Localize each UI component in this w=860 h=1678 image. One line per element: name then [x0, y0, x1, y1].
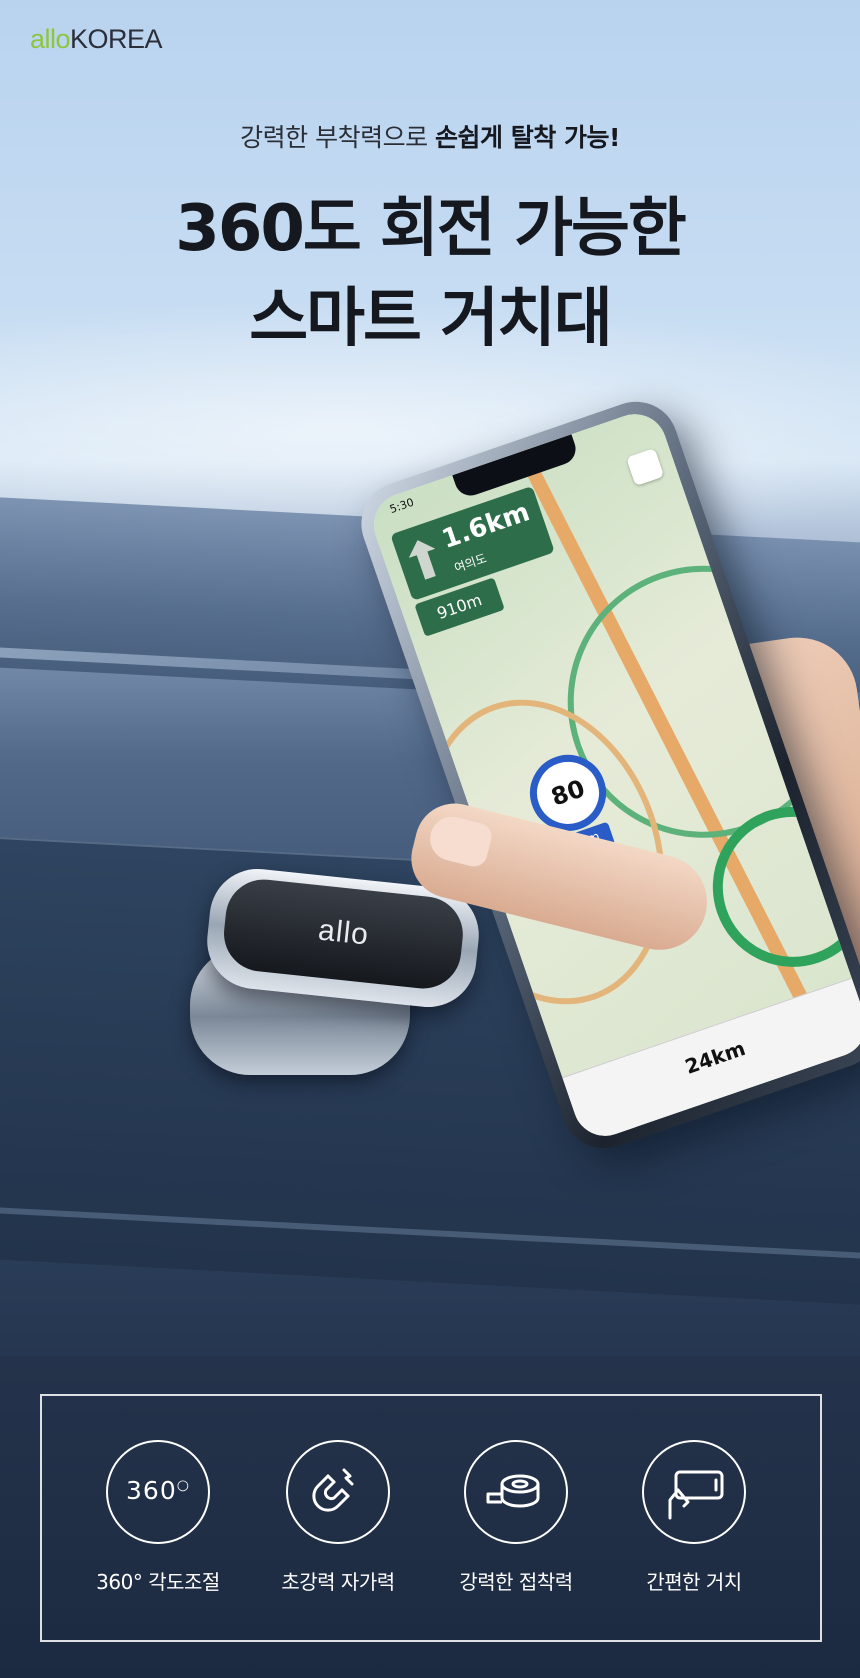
magnet-icon-svg: [312, 1468, 354, 1512]
hero-section: alloKOREA 강력한 부착력으로 손쉽게 탈착 가능! 360도 회전 가…: [0, 0, 860, 1356]
feature-label: 초강력 자가력: [281, 1570, 395, 1594]
subtitle-normal: 강력한 부착력으로: [240, 123, 436, 152]
features-box: 360○ 360° 각도조절 초강력 자가력 강력한 접착력 간편한 거치: [40, 1394, 822, 1642]
hero-title: 360도 회전 가능한 스마트 거치대: [0, 184, 860, 364]
nav-road: 여의도: [452, 551, 489, 576]
hand-phone-icon-svg: [668, 1470, 724, 1520]
subtitle-bold: 손쉽게 탈착 가능!: [435, 123, 620, 152]
turn-arrow-icon: [404, 536, 443, 583]
hand-phone-icon: [642, 1440, 746, 1544]
feature-item: 초강력 자가력: [248, 1440, 428, 1595]
feature-label: 간편한 거치: [646, 1570, 742, 1594]
rotation-360-icon: 360○: [106, 1440, 210, 1544]
product-detail-page: alloKOREA 강력한 부착력으로 손쉽게 탈착 가능! 360도 회전 가…: [0, 0, 860, 1678]
brand-prefix: allo: [30, 24, 71, 54]
thumb-nail: [425, 812, 495, 870]
features-section: 360○ 360° 각도조절 초강력 자가력 강력한 접착력 간편한 거치: [0, 1356, 860, 1678]
feature-item: 간편한 거치: [604, 1440, 784, 1595]
hero-subtitle: 강력한 부착력으로 손쉽게 탈착 가능!: [0, 118, 860, 154]
feature-item: 강력한 접착력: [426, 1440, 606, 1595]
feature-label: 강력한 접착력: [459, 1570, 573, 1594]
icon-360-text: 360: [126, 1476, 177, 1505]
brand-name: KOREA: [70, 24, 163, 54]
mount-logo: allo: [316, 913, 371, 952]
title-line-2: 스마트 거치대: [249, 282, 613, 356]
current-speed: 24km: [681, 1035, 749, 1079]
feature-item: 360○ 360° 각도조절: [68, 1440, 248, 1595]
feature-label: 360° 각도조절: [96, 1570, 220, 1594]
magnet-icon: [286, 1440, 390, 1544]
title-line-1: 360도 회전 가능한: [175, 192, 686, 266]
degree-circle: ○: [176, 1477, 190, 1494]
brand-logo: alloKOREA: [30, 24, 163, 55]
tape-icon-svg: [486, 1474, 540, 1508]
mount-face: allo: [220, 875, 467, 993]
adhesive-tape-icon: [464, 1440, 568, 1544]
